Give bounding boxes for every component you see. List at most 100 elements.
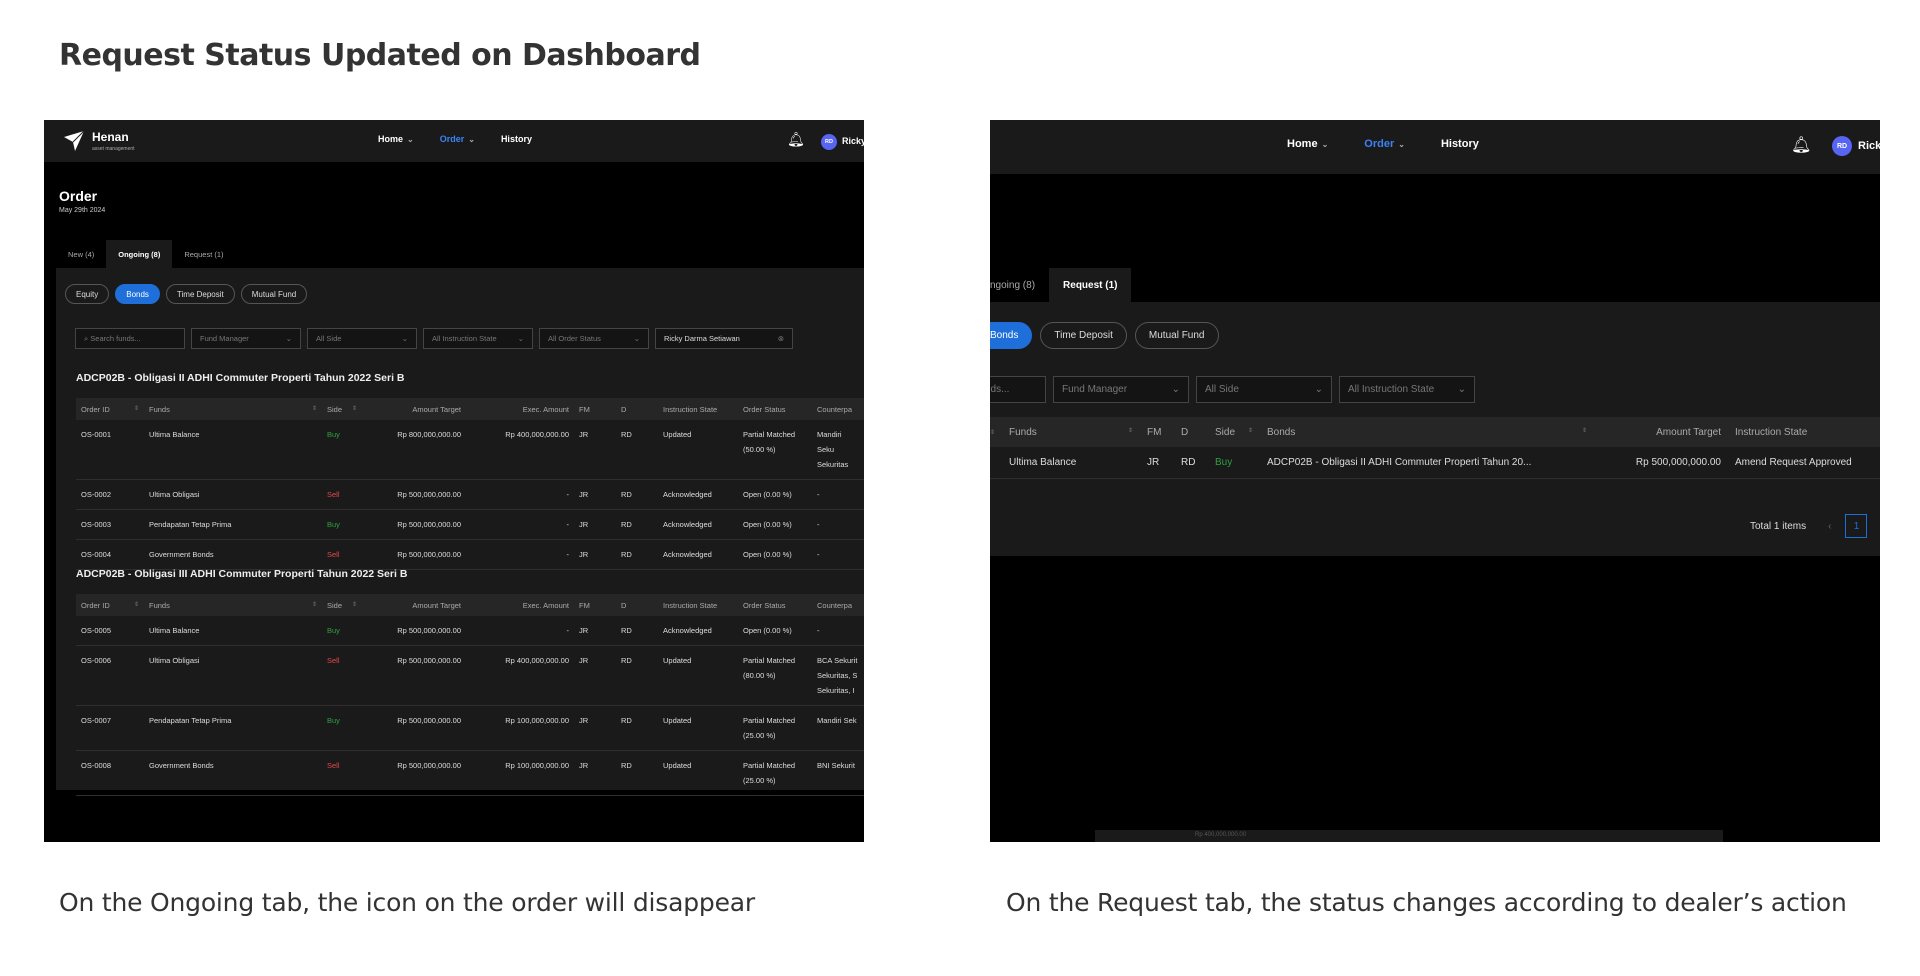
table-row[interactable]: OS-0006 Ultima Obligasi Sell Rp 500,000,000… [76,645,864,706]
table-row[interactable]: OS-0002 Ultima Obligasi Sell Rp 500,000,000… [76,479,864,510]
cell-fm: JR [574,645,616,706]
col-funds[interactable]: Funds ⇕ [144,398,322,420]
chevron-down-icon: ⌄ [1398,140,1405,149]
bottom-bar-text: Rp 400,000,000.00 [1195,832,1247,838]
cell-amount-target: Rp 500,000,000.00 [1594,447,1728,479]
nav-home[interactable]: Home ⌄ [1287,138,1328,150]
table-row[interactable]: Ultima Balance JR RD Buy ADCP02B - Oblig… [990,447,1880,479]
table-row[interactable]: OS-0004 Government Bonds Sell Rp 500,000,00… [76,539,864,570]
chip-equity[interactable]: Equity [65,284,110,304]
tab-request[interactable]: Request (1) [172,240,235,268]
chip-bonds[interactable]: Bonds [990,322,1033,349]
chevron-down-icon: ⌄ [1314,384,1323,395]
tab-request[interactable]: Request (1) [1049,268,1132,302]
order-status-select[interactable]: All Order Status ⌄ [539,328,649,349]
nav-history[interactable]: History [1441,138,1479,150]
cell-counterparty: - [812,539,864,570]
col-side[interactable]: Side ⇕ [322,398,362,420]
col-counterparty: Counterpa [812,398,864,420]
user-name[interactable]: Ricky [842,136,864,146]
cell-counterparty: - [812,479,864,510]
chevron-left-icon[interactable]: ‹ [1828,521,1831,532]
chip-time-deposit[interactable]: Time Deposit [1040,322,1127,349]
cell-side: Buy [1208,447,1260,479]
cell-amount-target: Rp 500,000,000.00 [362,705,466,751]
cell-d: RD [616,705,658,751]
col-exec-amount: Exec. Amount [466,594,574,616]
col-amount-target: Amount Target [1594,417,1728,447]
side-select[interactable]: All Side ⌄ [1196,376,1332,403]
tab-new[interactable]: New (4) [56,240,106,268]
bottom-bar: Rp 400,000,000.00 [1095,830,1723,842]
search-input[interactable]: nds... [990,376,1046,403]
sort-icon: ⇕ [133,601,139,608]
sort-icon: ⇕ [311,405,317,412]
group-title-2: ADCP02B - Obligasi III ADHI Commuter Pro… [76,568,408,580]
henan-logo[interactable]: Henan asset management [62,128,135,152]
instruction-state-select[interactable]: All Instruction State ⌄ [1339,376,1475,403]
dealer-select[interactable]: Ricky Darma Setiawan ⊗ [655,328,793,349]
cell-counterparty: BCA Sekurit Sekuritas, S Sekuritas, I [812,645,864,706]
sort-icon: ⇕ [1581,427,1587,434]
nav-home[interactable]: Home ⌄ [378,134,414,144]
cell-amount-target: Rp 500,000,000.00 [362,539,466,570]
table-row[interactable]: OS-0007 Pendapatan Tetap Prima Buy Rp 500,0… [76,705,864,751]
tab-ongoing[interactable]: ngoing (8) [990,268,1049,302]
side-select[interactable]: All Side ⌄ [307,328,417,349]
nav-order[interactable]: Order ⌄ [1364,138,1405,150]
col-order-status: Order Status [738,398,812,420]
table-row[interactable]: OS-0008 Government Bonds Sell Rp 500,000,00… [76,750,864,796]
col-side[interactable]: Side ⇕ [322,594,362,616]
avatar[interactable]: RD [821,134,837,150]
chip-mutual-fund[interactable]: Mutual Fund [240,284,308,304]
order-date: May 29th 2024 [59,207,106,214]
cell-order-status: Partial Matched (80.00 %) [738,645,812,706]
col-fm: FM [1140,417,1174,447]
col-funds[interactable]: Funds ⇕ [144,594,322,616]
cell-order-id: OS-0004 [76,539,144,570]
col-side[interactable]: Side ⇕ [1208,417,1260,447]
tab-ongoing[interactable]: Ongoing (8) [106,240,173,268]
table-row[interactable]: OS-0003 Pendapatan Tetap Prima Buy Rp 500,0… [76,509,864,540]
cell-bond: ADCP02B - Obligasi II ADHI Commuter Prop… [1260,447,1594,479]
fund-manager-select[interactable]: Fund Manager ⌄ [1053,376,1189,403]
cell-amount-target: Rp 500,000,000.00 [362,750,466,796]
cell-d: RD [616,645,658,706]
user-name[interactable]: Rick [1858,140,1880,152]
chip-mutual-fund[interactable]: Mutual Fund [1134,322,1219,349]
search-input[interactable]: ⌕ Search funds... [75,328,185,349]
page-1-button[interactable]: 1 [1845,514,1868,538]
chevron-down-icon: ⌄ [633,334,640,343]
fund-manager-select[interactable]: Fund Manager ⌄ [191,328,301,349]
group-title-1: ADCP02B - Obligasi II ADHI Commuter Prop… [76,372,405,384]
cell-order-id: OS-0003 [76,509,144,540]
table-row[interactable]: OS-0001 Ultima Balance Buy Rp 800,000,000.0… [76,420,864,480]
cell-fm: JR [574,479,616,510]
cell-fund: Ultima Balance [144,616,322,646]
table-row[interactable]: OS-0005 Ultima Balance Buy Rp 500,000,000.0… [76,616,864,646]
nav-history[interactable]: History [501,134,532,144]
col-d: D [1174,417,1208,447]
col-leading: ⇕ [990,417,1002,447]
col-order-id[interactable]: Order ID ⇕ [76,398,144,420]
chip-time-deposit[interactable]: Time Deposit [165,284,235,304]
avatar[interactable]: RD [1832,136,1852,156]
chip-bonds[interactable]: Bonds [115,284,160,304]
cell-instruction-state: Acknowledged [658,479,738,510]
instruction-state-select[interactable]: All Instruction State ⌄ [423,328,533,349]
row-leading [990,447,1002,479]
col-funds[interactable]: Funds ⇕ [1002,417,1140,447]
col-bonds[interactable]: Bonds ⇕ [1260,417,1594,447]
col-order-id[interactable]: Order ID ⇕ [76,594,144,616]
bell-icon[interactable]: 🔔︎ [1791,135,1811,155]
nav-order[interactable]: Order ⌄ [440,134,475,144]
order-tabs: ngoing (8) Request (1) [990,268,1132,302]
chevron-down-icon: ⌄ [401,334,408,343]
cell-fm: JR [574,705,616,751]
sort-icon: ⇕ [133,405,139,412]
bell-icon[interactable]: 🔔︎ [787,131,805,148]
cell-amount-target: Rp 500,000,000.00 [362,616,466,646]
clear-icon[interactable]: ⊗ [778,334,784,343]
col-fm: FM [574,594,616,616]
cell-fm: JR [574,750,616,796]
